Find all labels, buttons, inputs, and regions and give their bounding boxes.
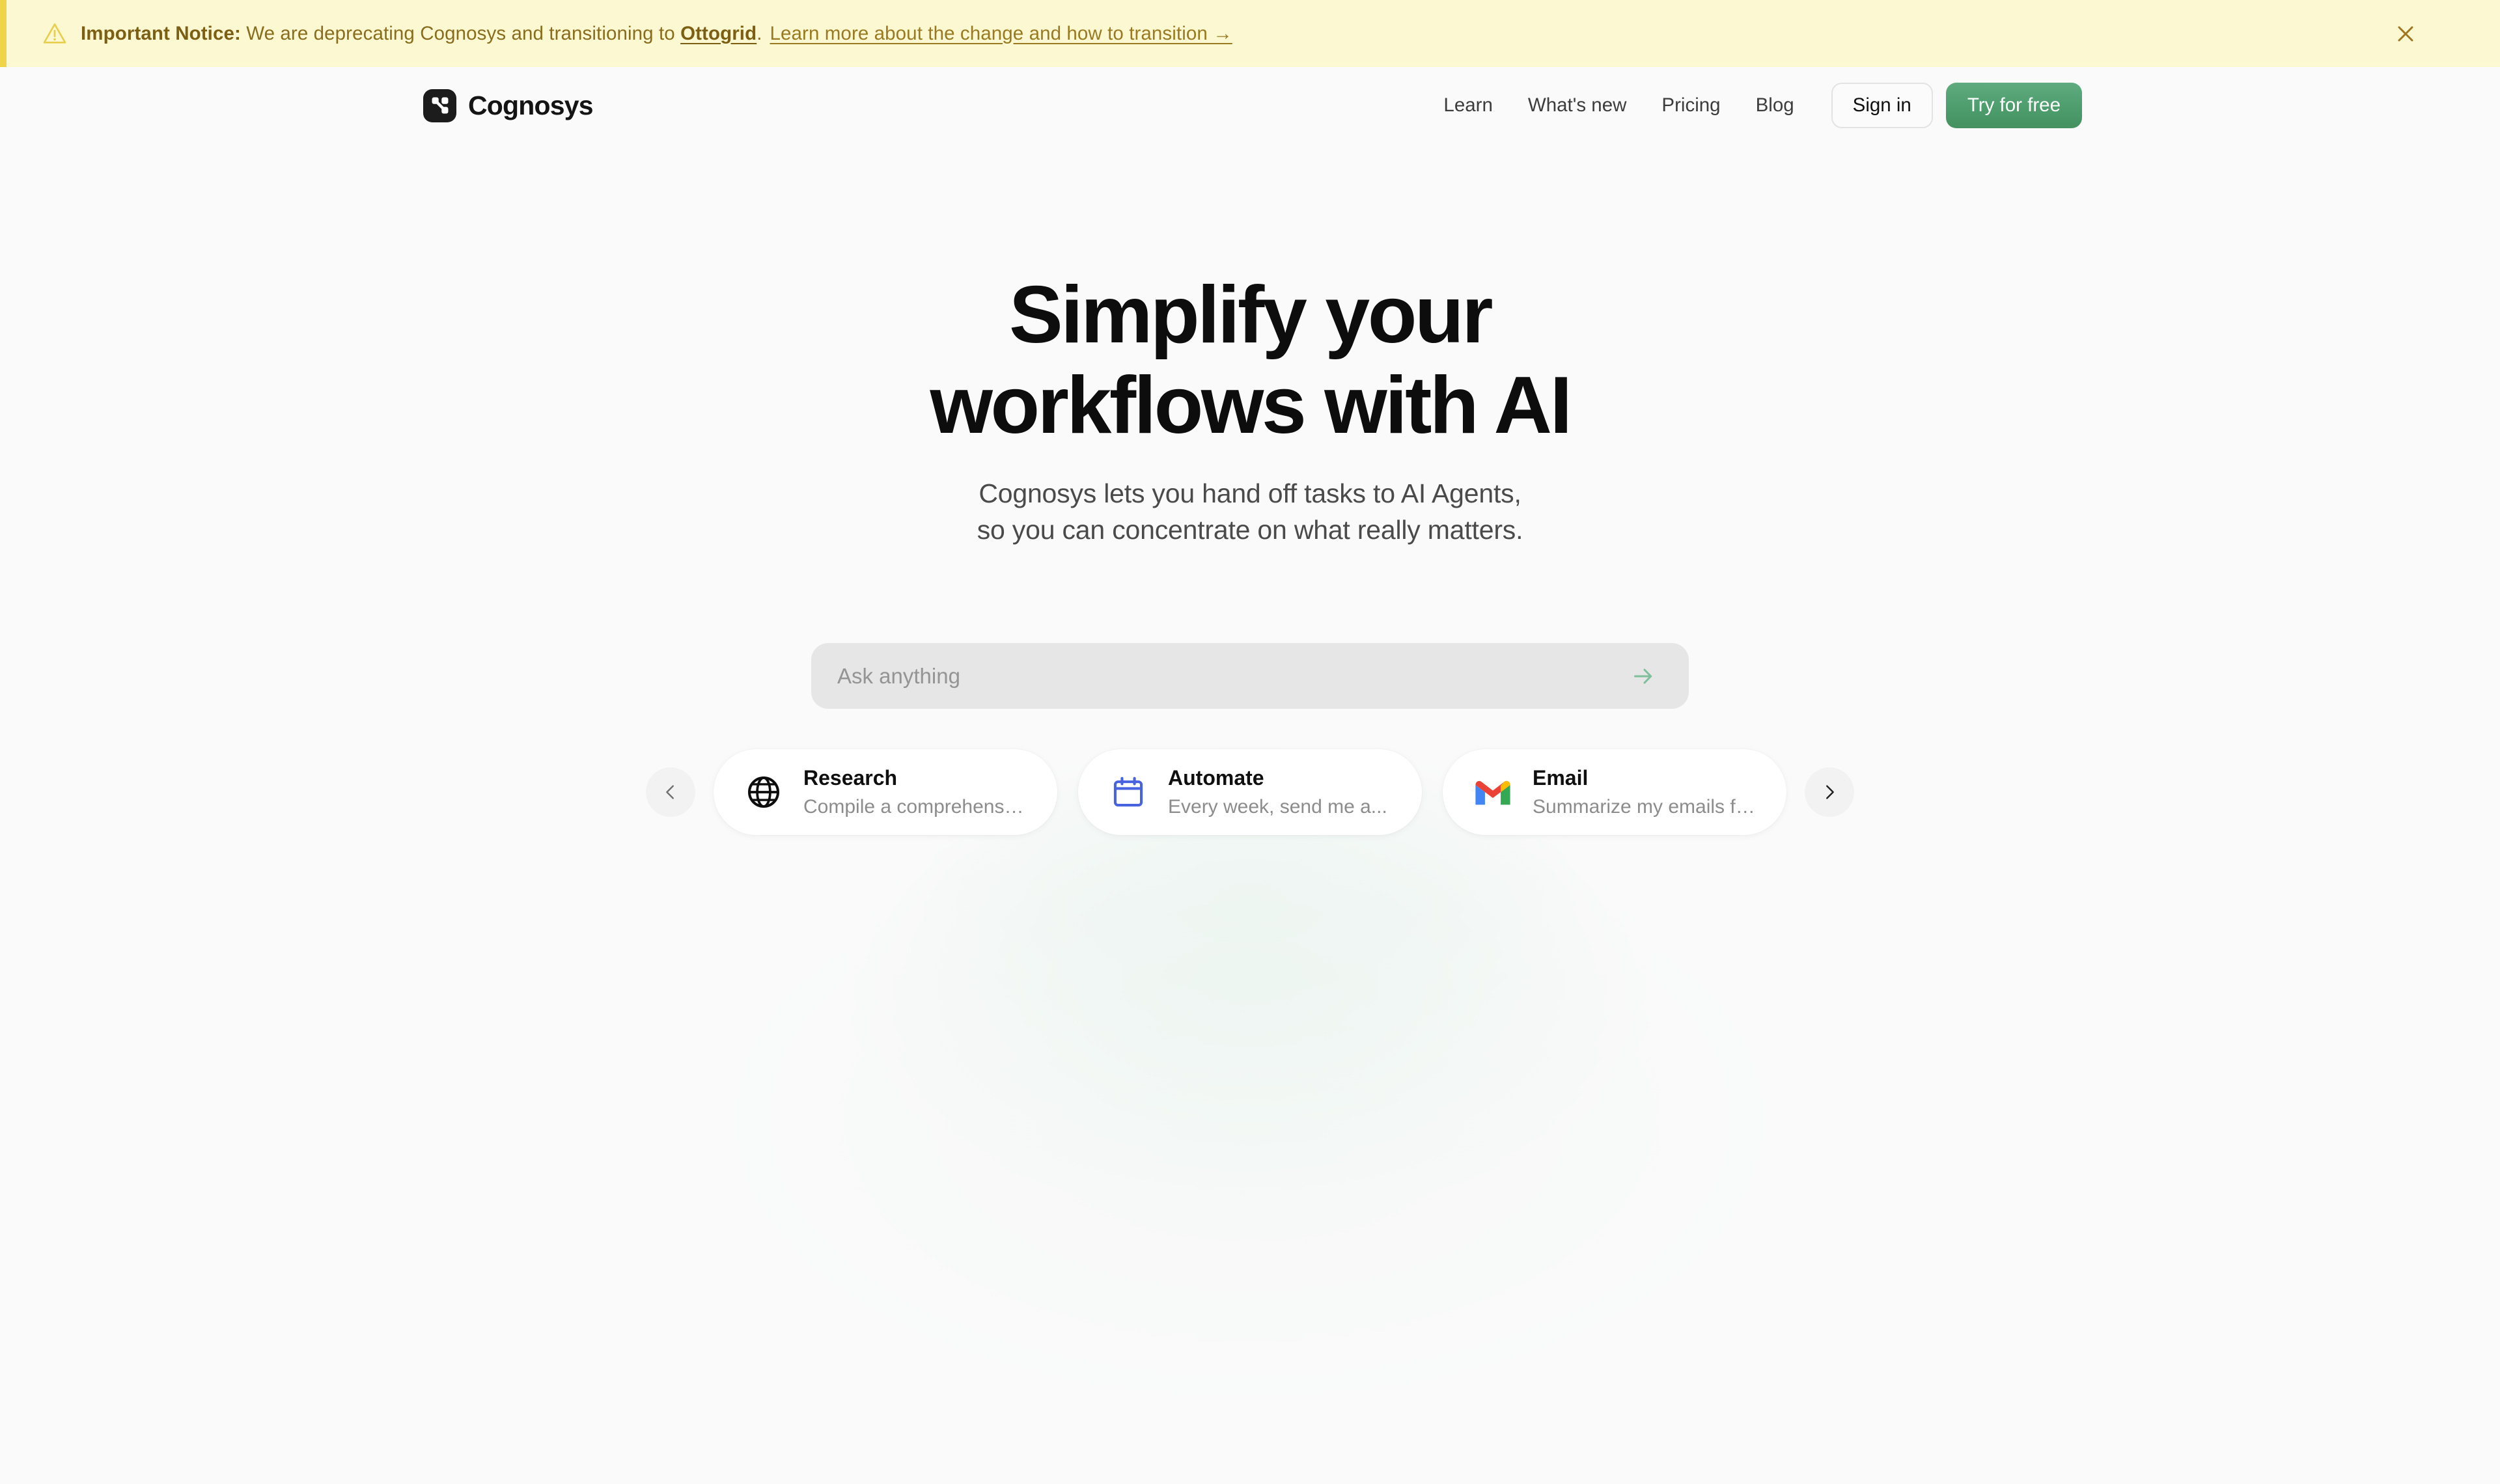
banner-close-button[interactable] [2388, 16, 2423, 51]
close-icon [2398, 26, 2413, 41]
hero-sub-line-2: so you can concentrate on what really ma… [977, 514, 1523, 545]
hero-title-line-2: workflows with AI [930, 360, 1572, 450]
page-title: Simplify your workflows with AI [0, 270, 2500, 451]
chevron-left-icon [666, 785, 674, 799]
card-body: Email Summarize my emails from... [1533, 765, 1757, 819]
notice-text: Important Notice: We are deprecating Cog… [81, 23, 1232, 45]
background-glow [404, 573, 2096, 1484]
site-header: Cognosys Learn What's new Pricing Blog S… [0, 67, 2500, 132]
nav-item-learn[interactable]: Learn [1426, 94, 1510, 117]
suggestion-card-automate[interactable]: Automate Every week, send me a... [1078, 749, 1422, 836]
hero-section: Simplify your workflows with AI Cognosys… [0, 270, 2500, 548]
search-submit-button[interactable] [1626, 659, 1660, 693]
card-description: Every week, send me a... [1168, 796, 1387, 818]
nav-item-whats-new[interactable]: What's new [1510, 94, 1645, 117]
carousel-prev-button[interactable] [646, 767, 695, 818]
card-title: Research [803, 766, 898, 790]
main-nav: Learn What's new Pricing Blog Sign in Tr… [1426, 83, 2082, 128]
suggestion-cards: Research Compile a comprehensive... Auto… [714, 749, 1786, 836]
suggestion-card-email[interactable]: Email Summarize my emails from... [1443, 749, 1786, 836]
nav-item-blog[interactable]: Blog [1738, 94, 1812, 117]
nav-item-pricing[interactable]: Pricing [1644, 94, 1738, 117]
card-description: Compile a comprehensive... [803, 796, 1027, 818]
card-title: Email [1533, 766, 1589, 790]
chevron-right-icon [1826, 785, 1834, 799]
calendar-icon [1108, 772, 1148, 812]
card-title: Automate [1168, 766, 1264, 790]
logo[interactable]: Cognosys [423, 89, 594, 122]
card-description: Summarize my emails from... [1533, 796, 1757, 818]
search-box[interactable] [811, 643, 1689, 709]
search-section [811, 643, 1689, 709]
sign-in-button[interactable]: Sign in [1831, 83, 1933, 128]
notice-prefix: Important Notice: [81, 22, 241, 44]
learn-more-link[interactable]: Learn more about the change and how to t… [770, 23, 1232, 44]
hero-sub-line-1: Cognosys lets you hand off tasks to AI A… [979, 478, 1521, 508]
ottogrid-link[interactable]: Ottogrid [680, 23, 757, 44]
logo-text: Cognosys [468, 90, 594, 120]
notice-content: Important Notice: We are deprecating Cog… [42, 21, 1232, 47]
warning-triangle-icon [43, 23, 66, 44]
hero-title-line-1: Simplify your [1009, 270, 1493, 360]
notice-message: We are deprecating Cognosys and transiti… [240, 22, 681, 44]
try-for-free-button[interactable]: Try for free [1945, 83, 2082, 128]
carousel-next-button[interactable] [1805, 767, 1854, 818]
gmail-icon [1473, 772, 1513, 812]
card-body: Automate Every week, send me a... [1168, 765, 1387, 819]
suggestion-carousel: Research Compile a comprehensive... Auto… [0, 749, 2500, 836]
arrow-right-icon [1634, 668, 1652, 684]
card-body: Research Compile a comprehensive... [803, 765, 1027, 819]
suggestion-card-research[interactable]: Research Compile a comprehensive... [714, 749, 1057, 836]
notice-period: . [757, 22, 762, 44]
search-input[interactable] [837, 663, 1626, 689]
globe-icon [743, 772, 784, 812]
deprecation-notice-banner: Important Notice: We are deprecating Cog… [0, 0, 2500, 67]
logo-mark [423, 89, 456, 122]
cognosys-logo-icon [432, 97, 448, 114]
hero-subtitle: Cognosys lets you hand off tasks to AI A… [0, 476, 2500, 549]
